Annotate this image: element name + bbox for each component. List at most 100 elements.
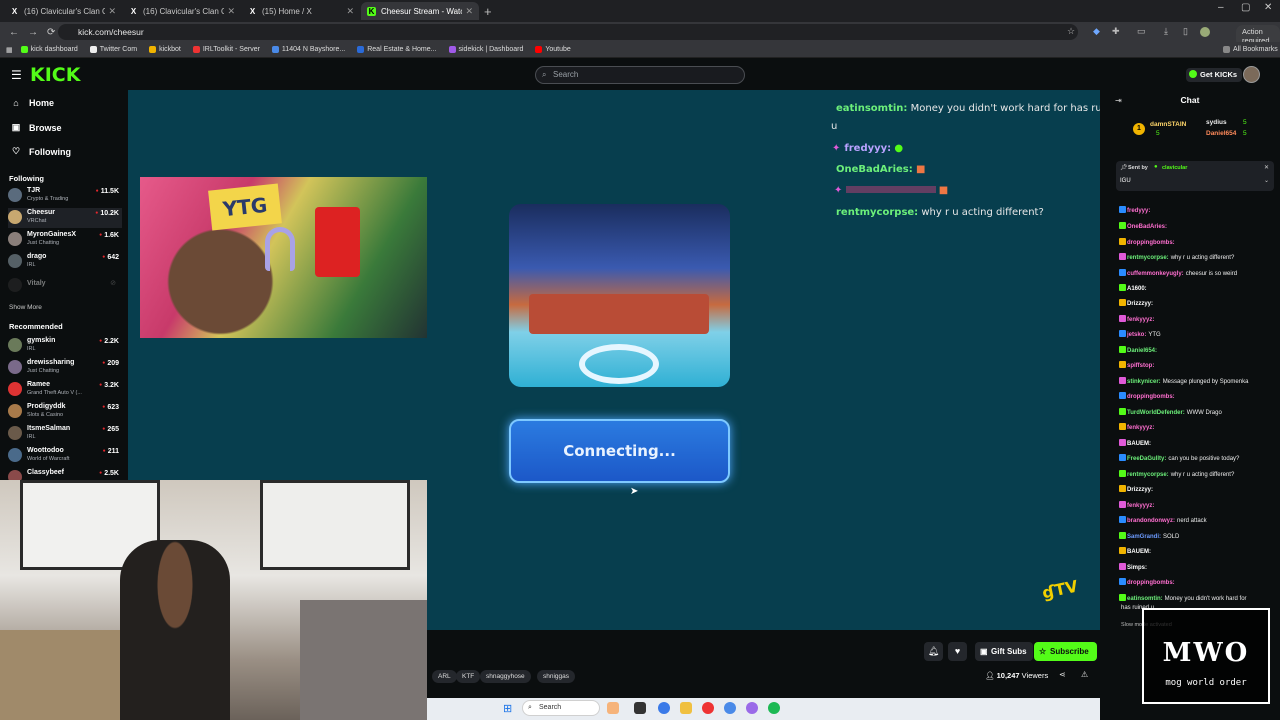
- taskbar-app-icon[interactable]: [702, 702, 714, 714]
- chat-username[interactable]: A1600:: [1127, 286, 1147, 292]
- close-tab-icon[interactable]: ✕: [346, 6, 354, 17]
- chat-username[interactable]: stinkynicer:: [1127, 379, 1161, 385]
- chat-message[interactable]: SamGrandi: SOLD: [1119, 532, 1275, 541]
- channel-item[interactable]: Woottodoo World of Warcraft 211: [8, 446, 122, 466]
- chat-username[interactable]: TurdWorldDefender:: [1127, 410, 1185, 416]
- chat-message[interactable]: fenkyyyz:: [1119, 501, 1275, 510]
- extension-icon[interactable]: ◆: [1093, 26, 1100, 37]
- chat-username[interactable]: BAUEM:: [1127, 441, 1151, 447]
- channel-item[interactable]: drago IRL 642: [8, 252, 122, 272]
- connecting-button[interactable]: Connecting...: [509, 419, 730, 483]
- nav-browse[interactable]: ▣ Browse: [11, 122, 62, 133]
- bookmark-item[interactable]: Real Estate & Home...: [357, 46, 437, 53]
- screen-icon[interactable]: ▭: [1137, 26, 1146, 37]
- profile-avatar[interactable]: [1200, 27, 1210, 37]
- chat-username[interactable]: rentmycorpse:: [1127, 255, 1169, 261]
- reload-icon[interactable]: ⟳: [47, 27, 55, 38]
- close-window-icon[interactable]: ✕: [1264, 2, 1272, 13]
- new-tab-icon[interactable]: +: [484, 4, 492, 19]
- chat-message[interactable]: fenkyyyz:: [1119, 423, 1275, 432]
- chat-message[interactable]: rentmycorpse: why r u acting different?: [1119, 253, 1275, 262]
- channel-item[interactable]: gymskin IRL 2.2K: [8, 336, 122, 356]
- apps-icon[interactable]: ▦: [6, 46, 13, 54]
- minimize-icon[interactable]: –: [1218, 2, 1224, 13]
- chat-username[interactable]: FreeDaGullty:: [1127, 456, 1166, 462]
- download-icon[interactable]: ⤓: [1164, 26, 1168, 37]
- chat-message[interactable]: Drizzzyy:: [1119, 299, 1275, 308]
- channel-item[interactable]: MyronGainesX Just Chatting 1.6K: [8, 230, 122, 250]
- chat-message[interactable]: OneBadAries:: [1119, 222, 1275, 231]
- channel-item[interactable]: Classybeef 2.5K: [8, 468, 122, 480]
- browser-tab[interactable]: X (16) Clavicular's Clan Communi✕: [123, 2, 241, 20]
- close-tab-icon[interactable]: ✕: [465, 6, 473, 17]
- notification-bell-button[interactable]: 🔔︎: [924, 642, 943, 661]
- channel-item-offline[interactable]: Vitaly ⊘: [8, 276, 122, 296]
- channel-item[interactable]: Ramee Grand Theft Auto V (... 3.2K: [8, 380, 122, 400]
- stream-tag[interactable]: ARL: [432, 670, 457, 683]
- chat-username[interactable]: BAUEM:: [1127, 549, 1151, 555]
- menu-icon[interactable]: ☰: [11, 68, 22, 82]
- chat-username[interactable]: eatinsomtin:: [1127, 596, 1163, 602]
- chat-username[interactable]: jetsko:: [1127, 332, 1146, 338]
- pinned-message[interactable]: 📌︎ Sent by ● clavicular IGU ✕ ⌄: [1116, 161, 1274, 191]
- chat-username[interactable]: brandondonwyz:: [1127, 518, 1175, 524]
- chat-message[interactable]: BAUEM:: [1119, 439, 1275, 448]
- chat-message[interactable]: Drizzzyy:: [1119, 485, 1275, 494]
- chat-username[interactable]: cuffemmonkeyugly:: [1127, 271, 1184, 277]
- chat-message[interactable]: jetsko: YTG: [1119, 330, 1275, 339]
- chevron-down-icon[interactable]: ⌄: [1264, 177, 1269, 184]
- bookmark-item[interactable]: kickbot: [149, 46, 181, 53]
- channel-item[interactable]: TJR Crypto & Trading 11.5K: [8, 186, 122, 206]
- gift-subs-button[interactable]: ▣ Gift Subs: [975, 642, 1033, 661]
- chat-username[interactable]: OneBadAries:: [1127, 224, 1167, 230]
- bookmark-item[interactable]: Twitter Com: [89, 46, 137, 53]
- bookmark-star-icon[interactable]: ☆: [1067, 26, 1075, 37]
- chat-message[interactable]: brandondonwyz: nerd attack: [1119, 516, 1275, 525]
- stream-tag[interactable]: shnaggyhose: [480, 670, 531, 683]
- chat-message[interactable]: Simps:: [1119, 563, 1275, 572]
- get-kicks-button[interactable]: Get KICKs: [1186, 68, 1243, 82]
- bookmark-item[interactable]: sidekick | Dashboard: [448, 46, 523, 53]
- taskbar-app-icon[interactable]: [634, 702, 646, 714]
- bookmark-item[interactable]: Youtube: [535, 46, 571, 53]
- maximize-icon[interactable]: ▢: [1241, 2, 1250, 13]
- url-field[interactable]: kick.com/cheesur: [58, 24, 1078, 40]
- taskbar-app-icon[interactable]: [680, 702, 692, 714]
- chat-username[interactable]: fenkyyyz:: [1127, 425, 1154, 431]
- taskbar-app-icon[interactable]: [724, 702, 736, 714]
- search-input[interactable]: ⌕ Search: [535, 66, 745, 84]
- chat-message[interactable]: cuffemmonkeyugly: cheesur is so weird: [1119, 269, 1275, 278]
- chat-username[interactable]: Daniel654:: [1127, 348, 1157, 354]
- close-tab-icon[interactable]: ✕: [108, 6, 116, 17]
- chat-message[interactable]: TurdWorldDefender: WWW Drago: [1119, 408, 1275, 417]
- sidepanel-icon[interactable]: ▯: [1183, 26, 1188, 37]
- kick-logo[interactable]: KICK: [30, 64, 80, 86]
- bookmark-item[interactable]: IRLToolkit - Server: [192, 46, 260, 53]
- taskbar-app-icon[interactable]: [746, 702, 758, 714]
- chat-message[interactable]: droppingbombs:: [1119, 578, 1275, 587]
- puzzle-icon[interactable]: ✚: [1112, 26, 1120, 37]
- channel-item[interactable]: drewissharing Just Chatting 209: [8, 358, 122, 378]
- chat-username[interactable]: droppingbombs:: [1127, 580, 1175, 586]
- browser-tab-active[interactable]: K Cheesur Stream - Watch Li✕: [361, 2, 479, 20]
- channel-item[interactable]: Prodigyddk Slots & Casino 623: [8, 402, 122, 422]
- chat-message[interactable]: rentmycorpse: why r u acting different?: [1119, 470, 1275, 479]
- chat-message[interactable]: A1600:: [1119, 284, 1275, 293]
- channel-item-active[interactable]: Cheesur VRChat 10.2K: [8, 208, 122, 228]
- chat-username[interactable]: fenkyyyz:: [1127, 503, 1154, 509]
- show-more-link[interactable]: Show More: [9, 304, 42, 311]
- chat-username[interactable]: SamGrandi:: [1127, 534, 1161, 540]
- channel-item[interactable]: ItsmeSalman IRL 265: [8, 424, 122, 444]
- forward-icon[interactable]: →: [28, 27, 38, 38]
- chat-username[interactable]: Drizzzyy:: [1127, 487, 1153, 493]
- user-avatar[interactable]: [1243, 66, 1260, 83]
- chat-message[interactable]: droppingbombs:: [1119, 392, 1275, 401]
- taskbar-app-icon[interactable]: [607, 702, 619, 714]
- chat-message[interactable]: eatinsomtin: Money you didn't work hard f…: [1119, 594, 1275, 603]
- close-tab-icon[interactable]: ✕: [227, 6, 235, 17]
- nav-home[interactable]: ⌂ Home: [11, 98, 54, 108]
- unpin-icon[interactable]: ✕: [1264, 164, 1269, 171]
- chat-username[interactable]: spiffstop:: [1127, 363, 1154, 369]
- chat-username[interactable]: rentmycorpse:: [1127, 472, 1169, 478]
- chat-message[interactable]: fenkyyyz:: [1119, 315, 1275, 324]
